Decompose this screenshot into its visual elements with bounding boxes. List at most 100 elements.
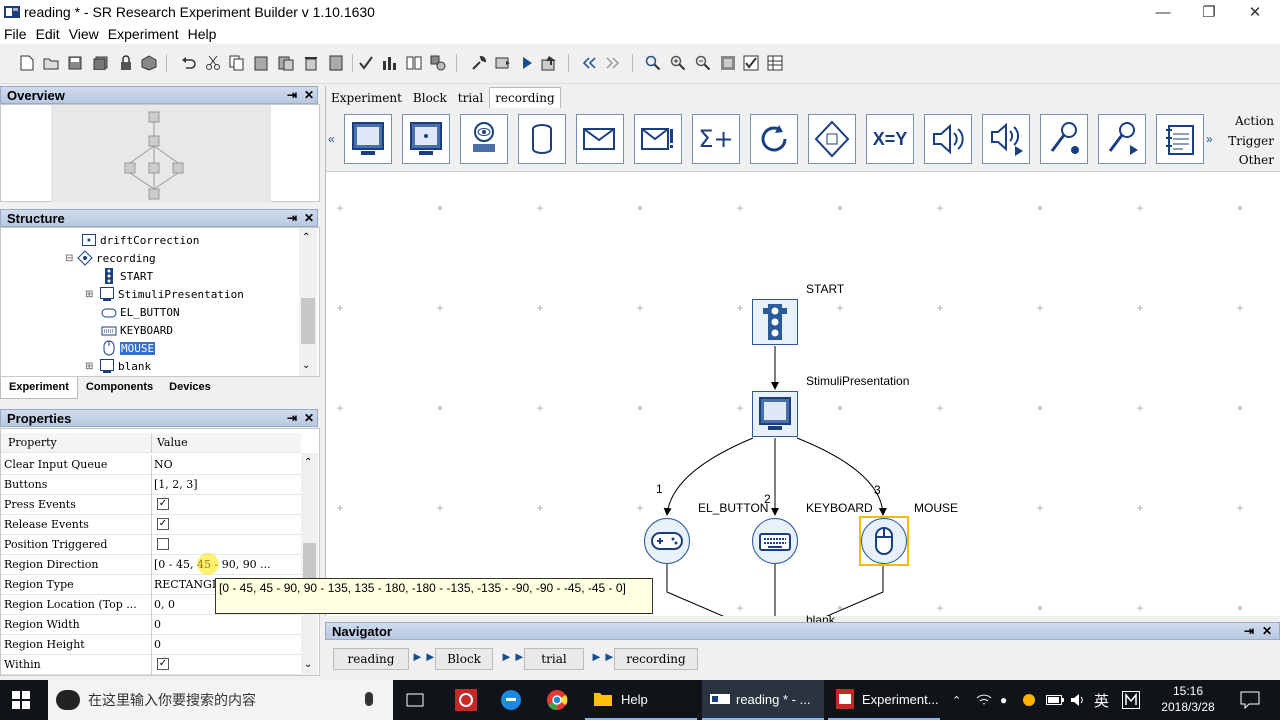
zoom-out-icon[interactable] (694, 54, 712, 72)
build-icon[interactable] (494, 54, 512, 72)
property-value[interactable]: [1, 2, 3] (154, 478, 198, 491)
collapse-toggle-icon[interactable]: ⊟ (65, 253, 77, 264)
battery-icon[interactable] (1046, 680, 1064, 720)
scroll-thumb[interactable] (301, 298, 315, 344)
close-panel-icon[interactable]: ✕ (302, 211, 316, 225)
security-app-icon[interactable] (455, 680, 479, 720)
release-events-checkbox[interactable]: ✓ (157, 518, 169, 530)
property-row[interactable]: Region Width 0 (1, 615, 301, 635)
property-value[interactable]: 0, 0 (154, 598, 175, 611)
nodes-icon[interactable] (429, 54, 447, 72)
copy-icon[interactable] (228, 54, 246, 72)
flow-node-stimulipresentation[interactable] (752, 391, 798, 437)
run-icon[interactable] (518, 54, 536, 72)
bar-chart-icon[interactable] (381, 54, 399, 72)
flow-diagram-canvas[interactable]: + + + + + + + + + + + + + + + + + + + + + + + + + + + + + + + + + + + + + + + +… (326, 172, 1280, 673)
flow-node-start[interactable] (752, 299, 798, 345)
tab-recording[interactable]: recording (489, 87, 561, 108)
property-row[interactable]: Position Triggered (1, 535, 301, 555)
navigate-back-icon[interactable] (580, 54, 598, 72)
package-icon[interactable] (140, 54, 158, 72)
scroll-up-icon[interactable]: ⌃ (304, 457, 312, 468)
drift-correct-screen-icon[interactable] (402, 114, 450, 164)
lock-icon[interactable] (117, 54, 135, 72)
scroll-down-icon[interactable]: ⌄ (304, 659, 312, 670)
zoom-in-icon[interactable] (669, 54, 687, 72)
tree-item-blank[interactable]: ⊞ blank (85, 357, 151, 375)
tree-item-recording[interactable]: ⊟ recording (65, 249, 156, 267)
cut-icon[interactable] (204, 54, 222, 72)
tree-item-el-button[interactable]: EL_BUTTON (101, 303, 180, 321)
close-panel-icon[interactable]: ✕ (1262, 624, 1272, 638)
close-panel-icon[interactable]: ✕ (302, 411, 316, 425)
nav-crumb-reading[interactable]: reading (333, 648, 409, 670)
expand-toggle-icon[interactable]: ⊞ (85, 289, 99, 300)
menu-help[interactable]: Help (184, 26, 222, 42)
tray-app-icon[interactable]: ● (1000, 680, 1007, 720)
dock-icon[interactable]: ⇥ (285, 211, 299, 225)
dock-icon[interactable]: ⇥ (285, 411, 299, 425)
palette-scroll-left-icon[interactable]: « (328, 132, 335, 146)
tab-block[interactable]: Block (408, 88, 452, 108)
palette-scroll-right-icon[interactable]: » (1206, 132, 1213, 146)
tree-item-stimulipresentation[interactable]: ⊞ StimuliPresentation (85, 285, 244, 303)
keyboard-layout-icon[interactable] (1122, 680, 1140, 720)
overview-panel[interactable] (0, 104, 320, 202)
checklist-icon[interactable] (742, 54, 760, 72)
property-row[interactable]: Region Direction[0 - 45, 45 - 90, 90 ... (1, 555, 301, 575)
property-row[interactable]: Release Events ✓ (1, 515, 301, 535)
taskbar-app-experiment[interactable]: Experiment... (828, 680, 940, 720)
dock-icon[interactable]: ⇥ (285, 88, 299, 102)
book-icon[interactable] (405, 54, 423, 72)
tab-trial[interactable]: trial (453, 88, 488, 108)
expand-toggle-icon[interactable]: ⊞ (85, 361, 99, 372)
tree-item-start[interactable]: START (101, 267, 153, 285)
tree-item-mouse[interactable]: MOUSE (101, 339, 156, 357)
deploy-icon[interactable] (540, 54, 558, 72)
paste-special-icon[interactable] (277, 54, 295, 72)
tab-experiment[interactable]: Experiment (0, 377, 78, 399)
flow-node-mouse[interactable] (861, 518, 907, 564)
undo-icon[interactable] (180, 54, 198, 72)
notebook-log-icon[interactable] (1156, 114, 1204, 164)
microphone-record-icon[interactable] (1040, 114, 1088, 164)
scroll-down-icon[interactable]: ⌄ (302, 360, 310, 371)
display-screen-icon[interactable] (344, 114, 392, 164)
nav-crumb-block[interactable]: Block (435, 648, 493, 670)
palette-category-trigger[interactable]: Trigger (1222, 134, 1280, 148)
database-icon[interactable] (518, 114, 566, 164)
delete-icon[interactable] (302, 54, 320, 72)
speaker-play-icon[interactable] (924, 114, 972, 164)
tree-item-driftcorrection[interactable]: driftCorrection (81, 231, 199, 249)
property-row[interactable]: Clear Input Queue NO (1, 455, 301, 475)
sequence-diamond-icon[interactable] (808, 114, 856, 164)
windows-start-icon[interactable] (12, 680, 36, 720)
dock-icon[interactable]: ⇥ (1244, 624, 1254, 638)
nav-crumb-recording[interactable]: recording (614, 648, 698, 670)
flow-node-el-button[interactable] (644, 518, 690, 564)
close-panel-icon[interactable]: ✕ (302, 88, 316, 102)
property-row[interactable]: Buttons [1, 2, 3] (1, 475, 301, 495)
loop-refresh-icon[interactable] (750, 114, 798, 164)
nav-crumb-trial[interactable]: trial (524, 648, 584, 670)
input-method-indicator[interactable]: 英 (1094, 680, 1109, 720)
new-file-icon[interactable] (18, 54, 36, 72)
eye-camera-setup-icon[interactable] (460, 114, 508, 164)
press-events-checkbox[interactable]: ✓ (157, 498, 169, 510)
sum-variable-icon[interactable]: Σ+ (692, 114, 740, 164)
menu-experiment[interactable]: Experiment (104, 26, 184, 42)
property-value[interactable]: NO (154, 458, 173, 471)
grid-icon[interactable] (766, 54, 784, 72)
notification-center-icon[interactable] (1240, 680, 1260, 720)
property-row[interactable]: Press Events ✓ (1, 495, 301, 515)
position-triggered-checkbox[interactable] (157, 538, 169, 550)
network-icon[interactable] (976, 680, 992, 720)
menu-view[interactable]: View (65, 26, 104, 42)
palette-category-other[interactable]: Other (1222, 153, 1280, 167)
within-checkbox[interactable]: ✓ (157, 658, 169, 670)
tray-chevron-icon[interactable]: ⌃ (952, 680, 961, 720)
palette-category-action[interactable]: Action (1222, 114, 1280, 128)
volume-icon[interactable] (1070, 680, 1086, 720)
close-button[interactable]: ✕ (1232, 0, 1278, 24)
properties-scrollbar[interactable]: ⌃ ⌄ (301, 453, 318, 675)
